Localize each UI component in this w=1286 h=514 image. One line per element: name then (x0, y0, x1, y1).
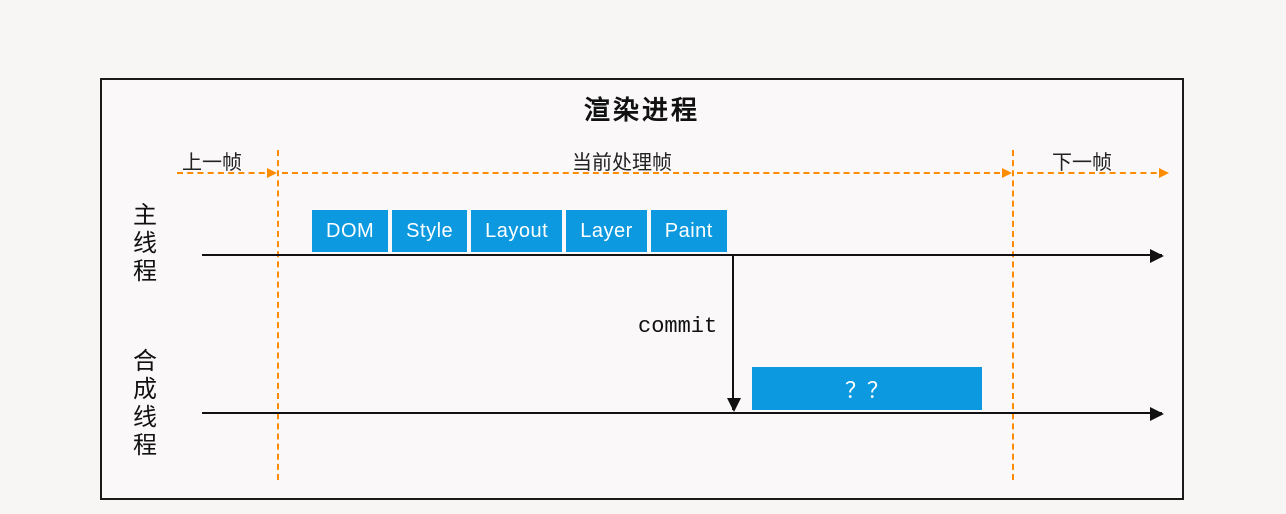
pipeline-stages: DOM Style Layout Layer Paint (312, 210, 727, 252)
frame-span-next (1017, 172, 1167, 174)
render-process-frame: 渲染进程 上一帧 当前处理帧 下一帧 主线程 DOM Style Layout … (100, 78, 1184, 500)
stage-dom: DOM (312, 210, 388, 252)
frame-label-current: 当前处理帧 (572, 146, 672, 175)
frame-span-current (282, 172, 1010, 174)
commit-arrow (732, 256, 734, 410)
stage-layer: Layer (566, 210, 647, 252)
stage-paint: Paint (651, 210, 727, 252)
commit-label: commit (638, 314, 717, 339)
frame-label-prev: 上一帧 (182, 146, 242, 175)
main-thread-label: 主线程 (132, 202, 158, 286)
main-thread-axis (202, 254, 1162, 256)
compositor-thread-axis (202, 412, 1162, 414)
compositor-thread-label: 合成线程 (132, 348, 158, 460)
stage-style: Style (392, 210, 467, 252)
frame-span-prev (177, 172, 275, 174)
diagram-canvas: 渲染进程 上一帧 当前处理帧 下一帧 主线程 DOM Style Layout … (0, 0, 1286, 514)
diagram-title: 渲染进程 (102, 90, 1182, 127)
compositor-task-box: ？？ (752, 367, 982, 410)
frame-boundary-end (1012, 150, 1014, 480)
frame-label-next: 下一帧 (1052, 146, 1112, 175)
frame-boundary-start (277, 150, 279, 480)
stage-layout: Layout (471, 210, 562, 252)
